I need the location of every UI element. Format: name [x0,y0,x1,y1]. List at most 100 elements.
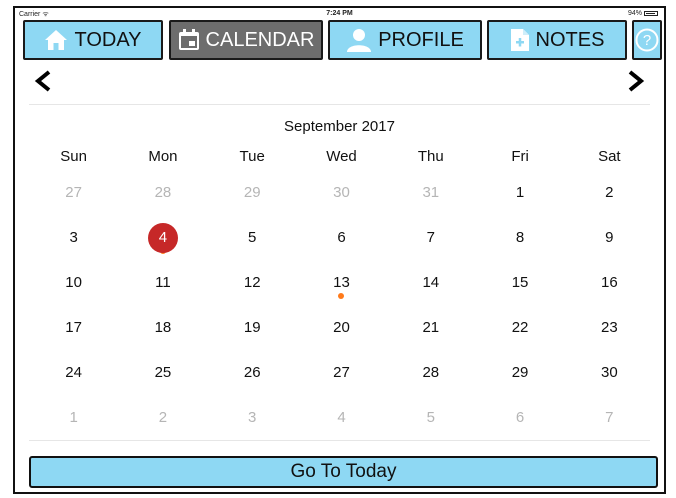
calendar-day[interactable]: 29 [208,170,297,215]
home-icon [44,29,68,51]
calendar-day[interactable]: 27 [297,350,386,395]
calendar-day[interactable]: 1 [475,170,564,215]
battery-indicator: 94% [628,10,658,17]
day-number: 5 [426,409,435,426]
day-number: 3 [69,229,78,246]
calendar-day[interactable]: 24 [29,350,118,395]
day-number: 20 [333,319,350,336]
battery-icon [644,11,658,16]
day-number: 16 [601,274,618,291]
calendar-day[interactable]: 5 [386,395,475,440]
calendar-day[interactable]: 7 [386,215,475,260]
calendar-day[interactable]: 27 [29,170,118,215]
day-number: 28 [154,184,172,201]
calendar-day[interactable]: 6 [297,215,386,260]
help-glyph: ? [643,32,651,49]
tab-profile[interactable]: PROFILE [328,20,482,60]
tab-notes[interactable]: NOTES [487,20,627,60]
calendar-day[interactable]: 3 [208,395,297,440]
day-number: 4 [337,409,346,426]
calendar-day[interactable]: 30 [565,350,654,395]
day-number: 15 [511,274,529,291]
calendar-day[interactable]: 10 [29,260,118,305]
calendar-day[interactable]: 6 [475,395,564,440]
day-number: 21 [422,319,440,336]
calendar-day[interactable]: 23 [565,305,654,350]
day-number: 6 [515,409,525,426]
day-number: 1 [515,184,525,201]
calendar-day[interactable]: 7 [565,395,654,440]
day-number: 14 [422,274,440,291]
day-number: 28 [422,364,440,381]
calendar-day[interactable]: 25 [118,350,207,395]
calendar-day[interactable]: 19 [208,305,297,350]
calendar-day[interactable]: 1 [29,395,118,440]
calendar-day[interactable]: 22 [475,305,564,350]
day-number: 18 [154,319,172,336]
calendar-day[interactable]: 5 [208,215,297,260]
weekday-label: Wed [326,148,357,165]
day-number: 2 [605,184,614,201]
calendar-day[interactable]: 14 [386,260,475,305]
help-button[interactable]: ? [632,20,662,60]
calendar-day[interactable]: 29 [475,350,564,395]
tab-calendar[interactable]: CALENDAR [169,20,323,60]
day-number: 23 [601,319,618,336]
day-number: 4 [147,222,178,253]
calendar-day[interactable]: 2 [565,170,654,215]
day-number: 7 [605,409,614,426]
tab-calendar-label: CALENDAR [205,28,315,51]
day-number: 17 [65,319,82,336]
calendar-day[interactable]: 8 [475,215,564,260]
calendar-day[interactable]: 31 [386,170,475,215]
document-plus-icon [510,28,530,52]
calendar-day[interactable]: 28 [118,170,207,215]
tab-profile-label: PROFILE [378,28,464,51]
calendar-day[interactable]: 18 [118,305,207,350]
calendar-day[interactable]: 9 [565,215,654,260]
day-number: 22 [511,319,529,336]
calendar-day[interactable]: 17 [29,305,118,350]
day-number: 25 [154,364,172,381]
weekday-label: Mon [148,148,178,165]
day-number: 5 [248,229,257,246]
app-frame: Carrier ᯤ 7:24 PM 94% TODAY CALENDAR PRO… [13,6,666,494]
calendar-day[interactable]: 28 [386,350,475,395]
calendar-day[interactable]: 16 [565,260,654,305]
calendar-bottom-divider [29,440,650,441]
question-icon: ? [635,28,659,52]
day-number: 10 [65,274,82,291]
go-to-today-button[interactable]: Go To Today [29,456,658,488]
tab-today-label: TODAY [74,28,142,51]
day-number: 31 [422,184,440,201]
calendar-top-divider [29,104,650,105]
calendar-day-selected[interactable]: 4 [118,215,207,260]
day-number: 27 [65,184,82,201]
day-number: 13 [333,274,350,291]
calendar-day[interactable]: 30 [297,170,386,215]
calendar-day[interactable]: 20 [297,305,386,350]
clock: 7:24 PM [326,10,353,17]
calendar-day[interactable]: 2 [118,395,207,440]
calendar-day[interactable]: 21 [386,305,475,350]
day-number: 2 [158,409,168,426]
calendar-icon [178,29,200,51]
weekday-header: Sun Mon Tue Wed Thu Fri Sat [29,148,654,165]
calendar-day[interactable]: 12 [208,260,297,305]
calendar-day[interactable]: 3 [29,215,118,260]
chevron-left-icon [34,70,51,92]
calendar-day[interactable]: 4 [297,395,386,440]
calendar-day[interactable]: 13 [297,260,386,305]
weekday-label: Fri [511,148,529,165]
tab-notes-label: NOTES [535,28,605,51]
next-month-button[interactable] [626,70,646,96]
calendar-day[interactable]: 11 [118,260,207,305]
battery-percent: 94% [627,10,642,17]
previous-month-button[interactable] [33,70,53,96]
day-number: 29 [243,184,261,201]
tab-today[interactable]: TODAY [23,20,163,60]
person-icon [346,28,372,52]
calendar-day[interactable]: 26 [208,350,297,395]
calendar-day[interactable]: 15 [475,260,564,305]
day-number: 30 [333,184,350,201]
